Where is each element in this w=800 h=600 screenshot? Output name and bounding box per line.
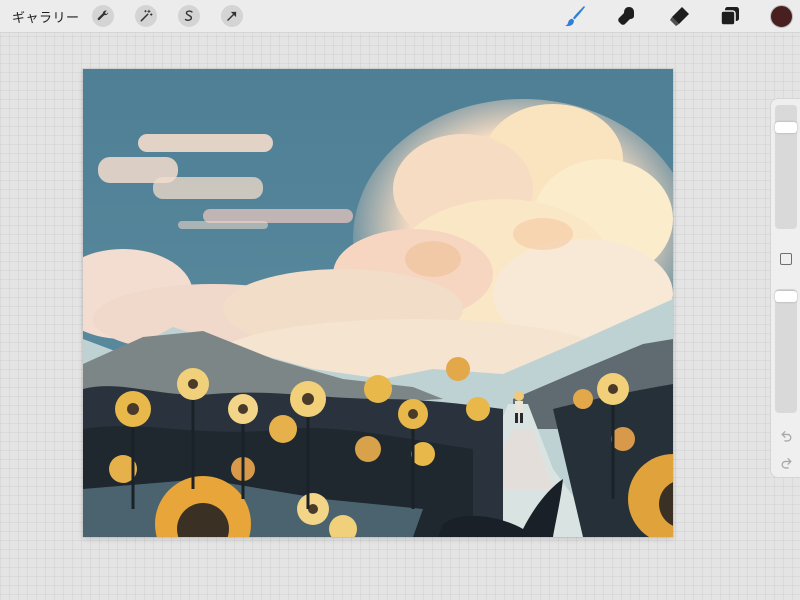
brush-icon	[565, 6, 585, 27]
drawing-canvas[interactable]	[83, 69, 673, 537]
brush-size-thumb[interactable]	[775, 121, 797, 133]
brush-tool-button[interactable]	[563, 4, 587, 28]
transform-button[interactable]	[221, 5, 243, 27]
color-picker-button[interactable]	[770, 5, 793, 28]
layers-icon	[720, 7, 739, 26]
gallery-button[interactable]: ギャラリー	[12, 7, 80, 26]
smudge-icon	[618, 7, 634, 25]
magic-wand-icon	[140, 9, 153, 22]
smudge-tool-button[interactable]	[615, 4, 639, 28]
adjustments-button[interactable]	[135, 5, 157, 27]
undo-arrow-icon	[781, 430, 791, 442]
wrench-icon	[97, 10, 109, 21]
transform-arrow-icon	[227, 11, 237, 21]
undo-button[interactable]	[777, 426, 795, 444]
eraser-icon	[670, 7, 689, 26]
selection-button[interactable]	[178, 5, 200, 27]
redo-arrow-icon	[781, 457, 791, 469]
modify-button[interactable]	[780, 253, 792, 265]
sunflower-field-artwork	[83, 69, 673, 537]
top-toolbar: ギャラリー	[0, 0, 800, 33]
selection-s-icon	[184, 10, 193, 21]
brush-side-panel	[770, 98, 800, 478]
eraser-tool-button[interactable]	[667, 4, 691, 28]
brush-opacity-slider[interactable]	[775, 289, 797, 413]
brush-size-slider[interactable]	[775, 105, 797, 229]
layers-button[interactable]	[718, 4, 742, 28]
actions-button[interactable]	[92, 5, 114, 27]
redo-button[interactable]	[777, 453, 795, 471]
brush-opacity-thumb[interactable]	[775, 291, 797, 303]
